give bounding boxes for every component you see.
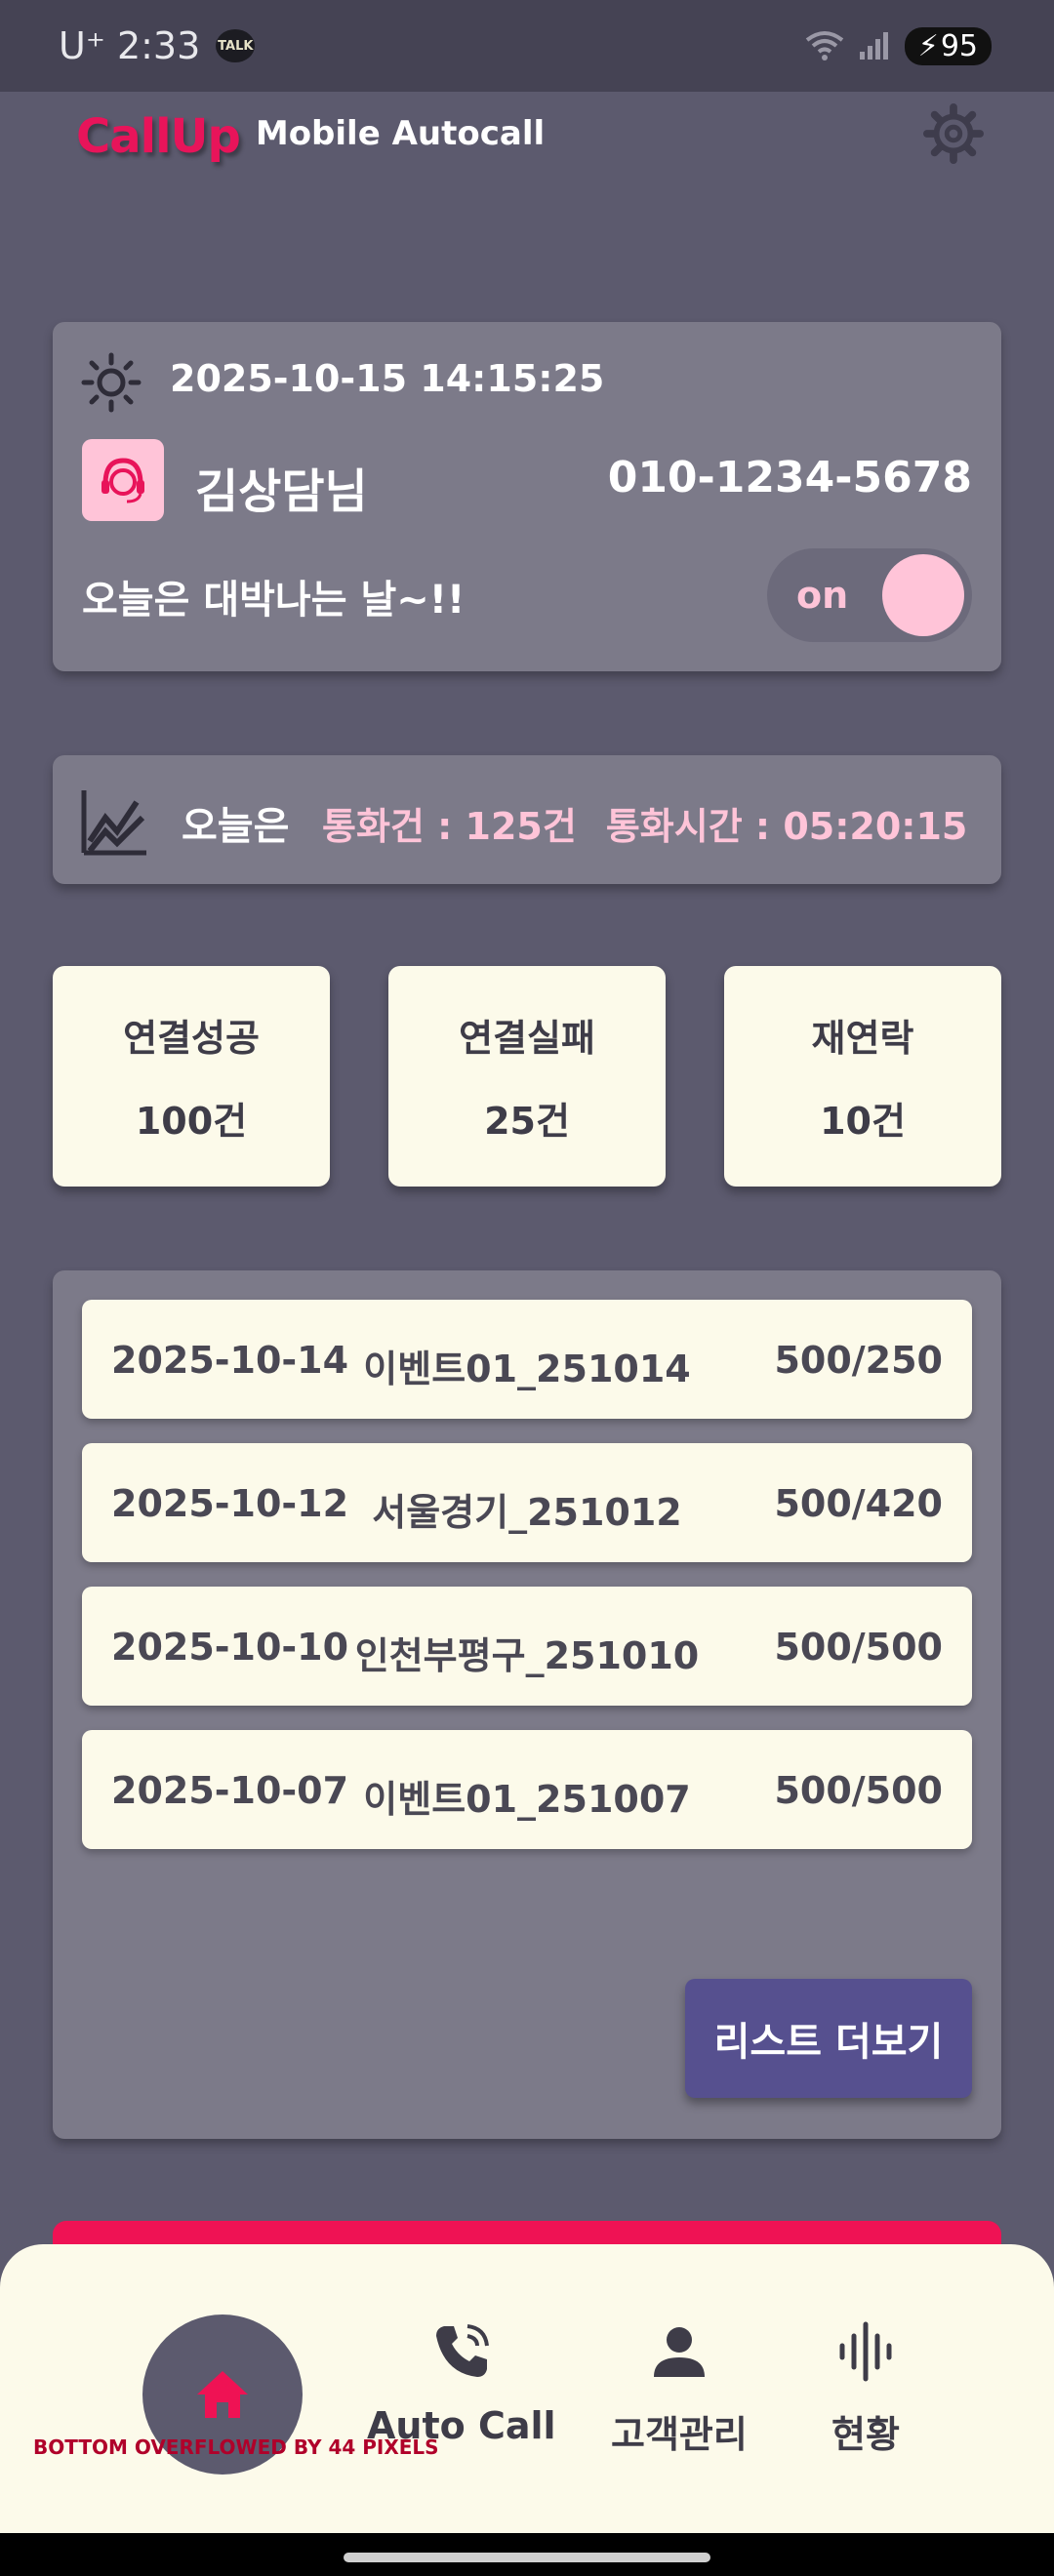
app-header: CallUp Mobile Autocall: [76, 103, 984, 166]
headset-agent-icon: [101, 458, 144, 503]
status-left: U⁺ 2:33 TALK: [59, 24, 256, 67]
nav-auto-call[interactable]: Auto Call: [367, 2320, 556, 2447]
list-item[interactable]: 2025-10-10 인천부평구_251010 500/500: [82, 1587, 972, 1706]
stat-value: 25건: [484, 1100, 570, 1143]
stat-title: 재연락: [811, 1017, 914, 1060]
gear-icon[interactable]: [923, 103, 984, 164]
status-time: U⁺ 2:33: [59, 24, 201, 67]
stat-value: 100건: [135, 1100, 248, 1143]
list-item-count: 500/250: [774, 1339, 943, 1382]
nav-label: 고객관리: [611, 2413, 748, 2456]
list-item-count: 500/420: [774, 1482, 943, 1525]
agent-name: 김상담님: [195, 464, 368, 519]
autocall-toggle[interactable]: on: [767, 548, 972, 642]
today-call-count: 통화건 : 125건: [322, 805, 577, 848]
today-stats: 통화건 : 125건 통화시간 : 05:20:15: [322, 796, 967, 850]
current-datetime: 2025-10-15 14:15:25: [170, 357, 605, 400]
waveform-icon: [839, 2321, 892, 2382]
list-item[interactable]: 2025-10-14 이벤트01_251014 500/250: [82, 1300, 972, 1419]
stat-value: 10건: [820, 1100, 906, 1143]
battery-level: 95: [940, 28, 978, 63]
phone-call-icon: [435, 2324, 489, 2377]
stat-connect-fail[interactable]: 연결실패 25건: [388, 966, 666, 1187]
nav-customer-management[interactable]: 고객관리: [611, 2320, 748, 2458]
signal-icon: [859, 32, 888, 60]
sun-icon: [81, 352, 142, 413]
battery-icon: ⚡ 95: [904, 26, 992, 65]
agent-phone: 010-1234-5678: [607, 453, 972, 503]
stat-connect-success[interactable]: 연결성공 100건: [53, 966, 330, 1187]
status-bar: U⁺ 2:33 TALK ⚡ 95: [0, 0, 1054, 92]
list-item-count: 500/500: [774, 1626, 943, 1669]
stat-recontact[interactable]: 재연락 10건: [724, 966, 1001, 1187]
home-icon: [197, 2371, 248, 2418]
toggle-knob: [882, 554, 964, 636]
stat-title: 연결실패: [459, 1017, 595, 1060]
charging-bolt-icon: ⚡: [917, 28, 939, 63]
wifi-icon: [805, 31, 843, 60]
bottom-navigation: Auto Call 고객관리 현황 BOTTOM OVERFLOWED BY 4…: [0, 2244, 1054, 2533]
overflow-warning: BOTTOM OVERFLOWED BY 44 PIXELS: [33, 2435, 439, 2459]
list-item[interactable]: 2025-10-12 서울경기_251012 500/420: [82, 1443, 972, 1562]
view-more-list-button[interactable]: 리스트 더보기: [685, 1979, 972, 2098]
agent-avatar: [82, 439, 164, 521]
today-label: 오늘은: [182, 804, 290, 849]
profile-card: 2025-10-15 14:15:25 김상담님 010-1234-5678 오…: [53, 322, 1001, 671]
gesture-bar: [0, 2533, 1054, 2576]
today-call-time: 통화시간 : 05:20:15: [605, 805, 968, 848]
brand-logo: CallUp: [76, 109, 241, 164]
person-icon: [653, 2327, 705, 2377]
trending-chart-icon: [81, 790, 146, 856]
call-list-card: 2025-10-14 이벤트01_251014 500/250 2025-10-…: [53, 1270, 1001, 2139]
talk-notification-icon: TALK: [216, 29, 256, 62]
list-item-count: 500/500: [774, 1769, 943, 1812]
today-summary-card: 오늘은 통화건 : 125건 통화시간 : 05:20:15: [53, 755, 1001, 884]
stat-title: 연결성공: [123, 1017, 260, 1060]
home-gesture-handle[interactable]: [344, 2553, 710, 2562]
toggle-label: on: [796, 574, 849, 617]
nav-status[interactable]: 현황: [831, 2320, 900, 2458]
status-right: ⚡ 95: [805, 26, 992, 65]
greeting-text: 오늘은 대박나는 날~!!: [82, 578, 466, 623]
list-item[interactable]: 2025-10-07 이벤트01_251007 500/500: [82, 1730, 972, 1849]
nav-label: 현황: [831, 2413, 900, 2456]
app-subtitle: Mobile Autocall: [255, 114, 546, 153]
